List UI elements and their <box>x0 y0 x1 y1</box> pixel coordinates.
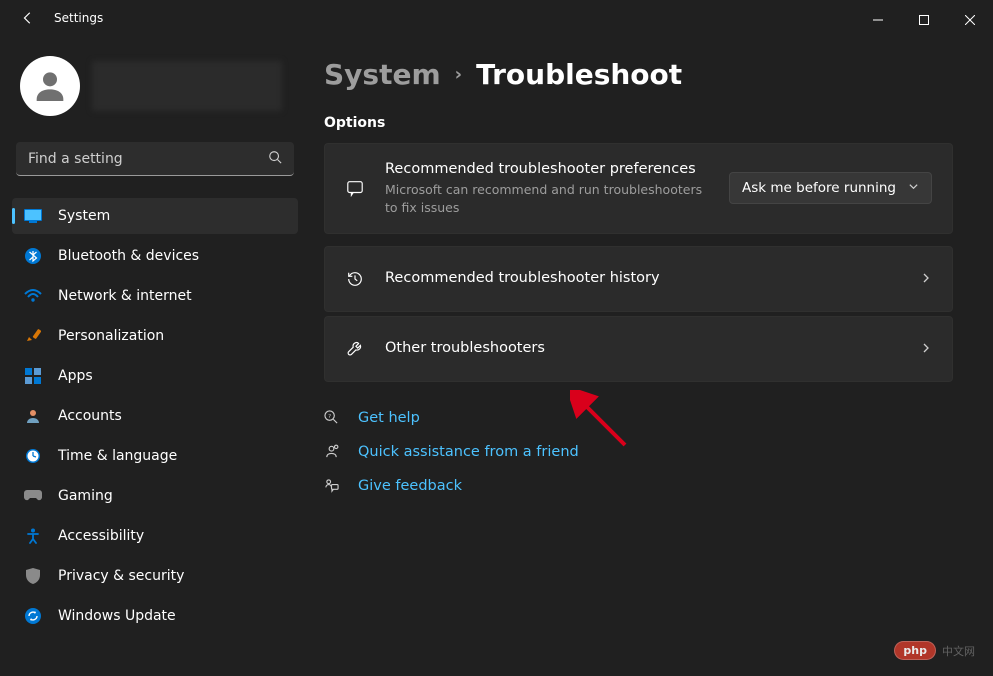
personalization-icon <box>24 327 42 345</box>
user-profile[interactable] <box>12 48 298 124</box>
help-links: ? Get help Quick assistance from a frien… <box>324 410 953 494</box>
accounts-icon <box>24 407 42 425</box>
section-heading: Options <box>324 115 953 131</box>
titlebar: Settings <box>0 0 993 40</box>
wrench-icon <box>345 339 365 359</box>
nav-list: System Bluetooth & devices Network & int… <box>12 198 298 634</box>
sidebar-item-bluetooth[interactable]: Bluetooth & devices <box>12 238 298 274</box>
time-icon <box>24 447 42 465</box>
avatar <box>20 56 80 116</box>
profile-info-redacted <box>92 61 282 111</box>
sidebar-item-label: System <box>58 208 110 224</box>
sidebar-item-gaming[interactable]: Gaming <box>12 478 298 514</box>
maximize-button[interactable] <box>901 0 947 40</box>
window-title: Settings <box>54 11 103 25</box>
update-icon <box>24 607 42 625</box>
option-history[interactable]: Recommended troubleshooter history <box>324 246 953 312</box>
svg-text:?: ? <box>328 414 331 420</box>
sidebar-item-label: Network & internet <box>58 288 192 304</box>
sidebar-item-label: Gaming <box>58 488 113 504</box>
watermark-badge: php <box>894 641 936 660</box>
breadcrumb-parent[interactable]: System <box>324 58 441 91</box>
option-title: Recommended troubleshooter preferences <box>385 160 709 180</box>
option-recommended-preferences: Recommended troubleshooter preferences M… <box>324 143 953 234</box>
chevron-right-icon <box>920 269 932 288</box>
watermark-text: 中文网 <box>942 643 975 659</box>
sidebar-item-label: Windows Update <box>58 608 176 624</box>
sidebar: System Bluetooth & devices Network & int… <box>0 40 310 676</box>
breadcrumb: System › Troubleshoot <box>324 58 953 91</box>
link-quick-assist[interactable]: Quick assistance from a friend <box>324 444 953 460</box>
sidebar-item-update[interactable]: Windows Update <box>12 598 298 634</box>
search-input[interactable] <box>28 151 268 167</box>
link-label: Give feedback <box>358 478 462 494</box>
bluetooth-icon <box>24 247 42 265</box>
close-button[interactable] <box>947 0 993 40</box>
back-button[interactable] <box>20 10 36 26</box>
sidebar-item-label: Time & language <box>58 448 177 464</box>
option-other-troubleshooters[interactable]: Other troubleshooters <box>324 316 953 382</box>
help-icon: ? <box>324 410 340 426</box>
option-title: Other troubleshooters <box>385 339 900 359</box>
sidebar-item-accessibility[interactable]: Accessibility <box>12 518 298 554</box>
sidebar-item-system[interactable]: System <box>12 198 298 234</box>
history-icon <box>345 269 365 289</box>
chat-icon <box>345 178 365 198</box>
dropdown-value: Ask me before running <box>742 180 896 196</box>
search-icon <box>268 149 282 168</box>
watermark: php 中文网 <box>894 641 975 660</box>
sidebar-item-label: Privacy & security <box>58 568 184 584</box>
sidebar-item-network[interactable]: Network & internet <box>12 278 298 314</box>
shield-icon <box>24 567 42 585</box>
link-get-help[interactable]: ? Get help <box>324 410 953 426</box>
sidebar-item-label: Personalization <box>58 328 164 344</box>
system-icon <box>24 207 42 225</box>
option-description: Microsoft can recommend and run troubles… <box>385 181 709 217</box>
breadcrumb-current: Troubleshoot <box>476 58 682 91</box>
sidebar-item-accounts[interactable]: Accounts <box>12 398 298 434</box>
link-label: Get help <box>358 410 420 426</box>
link-feedback[interactable]: Give feedback <box>324 478 953 494</box>
sidebar-item-label: Accounts <box>58 408 122 424</box>
sidebar-item-time[interactable]: Time & language <box>12 438 298 474</box>
chevron-down-icon <box>908 180 919 196</box>
sidebar-item-label: Apps <box>58 368 93 384</box>
chevron-right-icon <box>920 339 932 358</box>
main-content: System › Troubleshoot Options Recommende… <box>310 40 993 676</box>
option-title: Recommended troubleshooter history <box>385 269 900 289</box>
breadcrumb-separator: › <box>455 64 462 85</box>
network-icon <box>24 287 42 305</box>
minimize-button[interactable] <box>855 0 901 40</box>
sidebar-item-personalization[interactable]: Personalization <box>12 318 298 354</box>
apps-icon <box>24 367 42 385</box>
link-label: Quick assistance from a friend <box>358 444 579 460</box>
sidebar-item-label: Bluetooth & devices <box>58 248 199 264</box>
accessibility-icon <box>24 527 42 545</box>
preference-dropdown[interactable]: Ask me before running <box>729 172 932 204</box>
search-box[interactable] <box>16 142 294 176</box>
gaming-icon <box>24 487 42 505</box>
quick-assist-icon <box>324 444 340 460</box>
sidebar-item-label: Accessibility <box>58 528 144 544</box>
feedback-icon <box>324 478 340 494</box>
sidebar-item-privacy[interactable]: Privacy & security <box>12 558 298 594</box>
sidebar-item-apps[interactable]: Apps <box>12 358 298 394</box>
